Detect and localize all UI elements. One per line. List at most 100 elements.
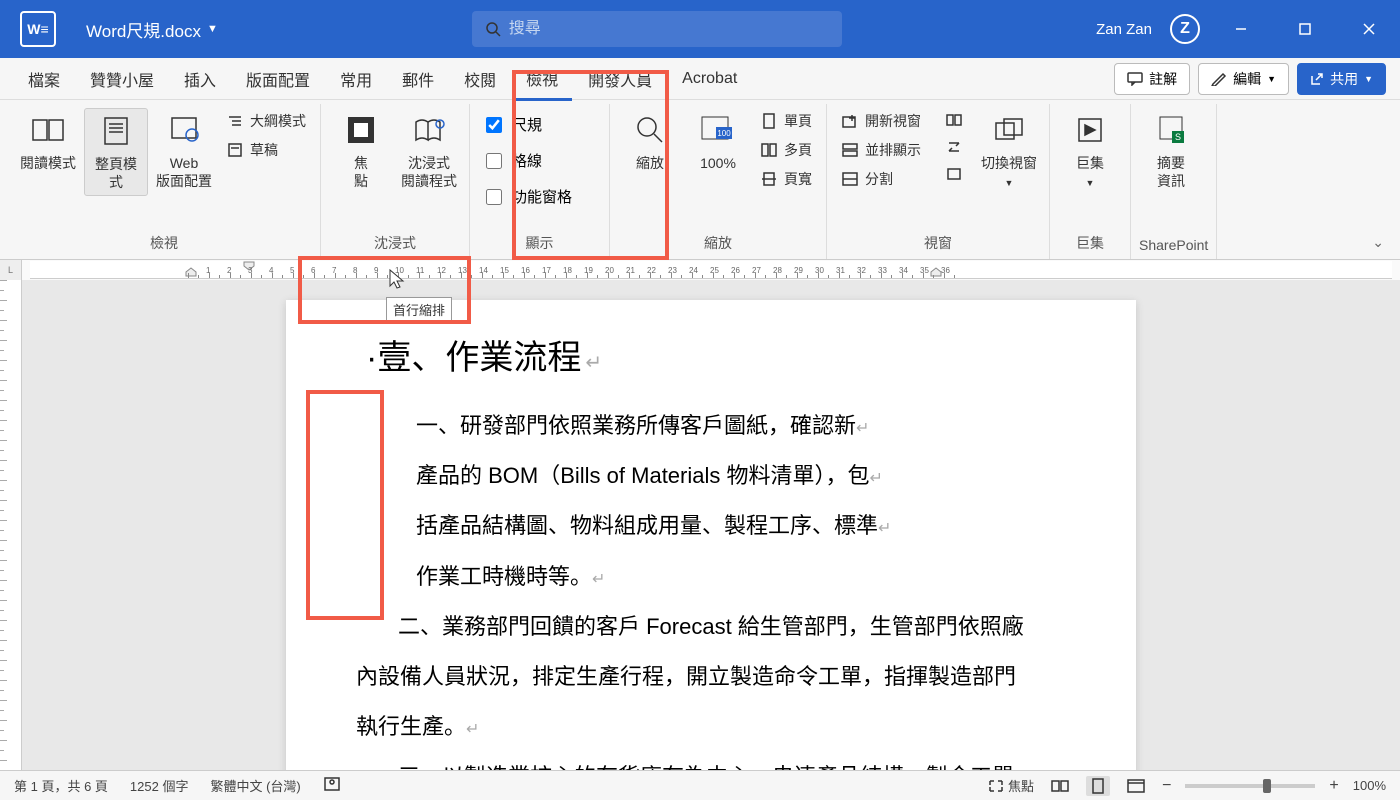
zoom-100-button[interactable]: 100 100% [686,108,750,176]
edit-mode-button[interactable]: 編輯 ▼ [1198,63,1289,95]
web-view-button[interactable] [1124,776,1148,796]
paragraph[interactable]: 內設備人員狀況，排定生產行程，開立製造命令工單，指揮製造部門 [356,654,1036,700]
pencil-icon [1211,72,1227,86]
navpane-checkbox[interactable]: 功能窗格 [478,180,601,213]
group-label: 縮放 [618,229,818,255]
left-indent-marker[interactable] [185,267,197,277]
tab-view[interactable]: 檢視 [512,58,572,101]
search-input[interactable] [509,20,830,38]
group-zoom: 縮放 100 100% 單頁 多頁 頁寬 縮放 [610,104,827,259]
chevron-down-icon: ▼ [1267,74,1276,84]
paragraph[interactable]: 執行生產。↵ [356,704,1036,750]
tab-developer[interactable]: 開發人員 [574,59,666,99]
paragraph[interactable]: 產品的 BOM（Bills of Materials 物料清單），包↵ [416,453,1056,499]
tab-acrobat[interactable]: Acrobat [668,62,751,96]
reset-position-button[interactable] [939,162,969,186]
tab-layout[interactable]: 版面配置 [232,59,324,99]
ribbon: 閱讀模式 整頁模式 Web 版面配置 大綱模式 草稿 檢視 [0,100,1400,260]
paragraph[interactable]: 括產品結構圖、物料組成用量、製程工序、標準↵ [416,503,1056,549]
zoom-slider[interactable] [1185,784,1315,788]
compare-icon [946,113,962,127]
sharepoint-icon: S [1156,115,1186,145]
search-icon [484,20,501,38]
tab-custom[interactable]: 贊贊小屋 [76,59,168,99]
immersive-reader-button[interactable]: 沈浸式 閱讀程式 [397,108,461,194]
summary-button[interactable]: S 摘要 資訊 [1139,108,1203,194]
reset-icon [946,167,962,181]
read-view-button[interactable] [1048,776,1072,796]
split-button[interactable]: 分割 [835,166,927,192]
zoom-level[interactable]: 100% [1353,778,1386,793]
tab-insert[interactable]: 插入 [170,59,230,99]
sync-icon [946,140,962,154]
macros-button[interactable]: 巨集 ▼ [1058,108,1122,194]
page-width-button[interactable]: 頁寬 [754,166,818,192]
web-icon [169,115,199,145]
horizontal-ruler[interactable]: 1234567891011121314151617181920212223242… [30,261,1392,279]
group-sharepoint: S 摘要 資訊 SharePoint [1131,104,1217,259]
multi-page-icon [761,143,777,157]
comments-button[interactable]: 註解 [1114,63,1190,95]
group-show: 尺規 格線 功能窗格 顯示 [470,104,610,259]
gridlines-checkbox[interactable]: 格線 [478,144,601,177]
vertical-ruler[interactable] [0,280,22,770]
search-box[interactable] [472,11,842,47]
word-app-icon: W≡ [20,11,56,47]
chevron-down-icon[interactable]: ▼ [207,23,218,35]
side-by-side-button[interactable] [939,108,969,132]
paragraph[interactable]: 三、以製造業核心的存貨庫存為中心，串連產品結構、製令工單、 [356,754,1036,770]
close-button[interactable] [1346,9,1392,49]
group-window: 開新視窗 並排顯示 分割 切換視窗 ▼ 視窗 [827,104,1050,259]
group-views: 閱讀模式 整頁模式 Web 版面配置 大綱模式 草稿 檢視 [8,104,321,259]
arrange-all-button[interactable]: 並排顯示 [835,137,927,163]
user-avatar-icon[interactable]: Z [1170,14,1200,44]
document-area: ·壹、作業流程↵ 一、研發部門依照業務所傳客戶圖紙，確認新↵ 產品的 BOM（B… [0,280,1400,770]
new-window-button[interactable]: 開新視窗 [835,108,927,134]
language[interactable]: 繁體中文 (台灣) [210,776,300,795]
user-name[interactable]: Zan Zan [1096,21,1152,38]
paragraph[interactable]: 二、業務部門回饋的客戶 Forecast 給生管部門，生管部門依照廠 [356,604,1036,650]
web-layout-button[interactable]: Web 版面配置 [152,108,216,194]
tab-mail[interactable]: 郵件 [388,59,448,99]
focus-button[interactable]: 焦 點 [329,108,393,194]
print-layout-button[interactable]: 整頁模式 [84,108,148,196]
collapse-ribbon-icon[interactable]: ⌄ [1372,234,1384,251]
zoom-out-button[interactable]: − [1162,777,1171,795]
page[interactable]: ·壹、作業流程↵ 一、研發部門依照業務所傳客戶圖紙，確認新↵ 產品的 BOM（B… [286,300,1136,770]
draft-button[interactable]: 草稿 [220,137,312,163]
share-button[interactable]: 共用 ▼ [1297,63,1386,95]
word-count[interactable]: 1252 個字 [130,776,189,795]
page-count[interactable]: 第 1 頁，共 6 頁 [14,776,108,795]
read-mode-button[interactable]: 閱讀模式 [16,108,80,176]
print-view-button[interactable] [1086,776,1110,796]
zoom-button[interactable]: 縮放 [618,108,682,176]
arrange-icon [842,143,858,157]
maximize-button[interactable] [1282,9,1328,49]
svg-text:100: 100 [717,129,731,138]
focus-mode-button[interactable]: 焦點 [988,776,1034,795]
share-icon [1310,72,1324,86]
tab-file[interactable]: 檔案 [14,59,74,99]
sync-scroll-button[interactable] [939,135,969,159]
accessibility-icon[interactable] [323,776,341,795]
group-label: 視窗 [835,229,1041,255]
group-label: 巨集 [1058,229,1122,255]
outline-button[interactable]: 大綱模式 [220,108,312,134]
minimize-button[interactable] [1218,9,1264,49]
focus-icon [346,115,376,145]
switch-window-button[interactable]: 切換視窗 ▼ [977,108,1041,194]
zoom-in-button[interactable]: + [1329,777,1338,795]
document-title[interactable]: Word尺規.docx [86,17,201,42]
heading-1[interactable]: ·壹、作業流程↵ [366,330,1036,379]
multi-page-button[interactable]: 多頁 [754,137,818,163]
tab-home[interactable]: 常用 [326,59,386,99]
ribbon-tabs: 檔案 贊贊小屋 插入 版面配置 常用 郵件 校閱 檢視 開發人員 Acrobat… [0,58,1400,100]
zoom-icon [635,115,665,145]
ruler-checkbox[interactable]: 尺規 [478,108,601,141]
one-page-button[interactable]: 單頁 [754,108,818,134]
focus-icon [988,779,1004,793]
hundred-icon: 100 [700,115,736,145]
paragraph[interactable]: 一、研發部門依照業務所傳客戶圖紙，確認新↵ [416,403,1056,449]
paragraph[interactable]: 作業工時機時等。↵ [416,554,1056,600]
tab-review[interactable]: 校閱 [450,59,510,99]
